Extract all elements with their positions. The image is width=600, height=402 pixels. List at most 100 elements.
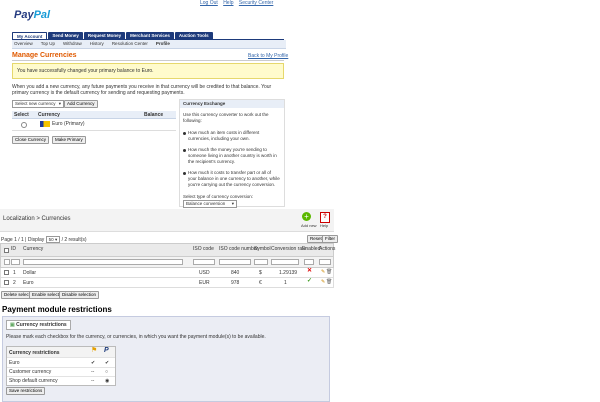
top-links: Log Out Help Security Center (200, 0, 277, 6)
col-symbol[interactable]: Symbol (254, 246, 271, 252)
filter-symbol[interactable] (254, 259, 268, 265)
restriction-checkbox[interactable]: ✔ (91, 360, 95, 366)
filter-currency[interactable] (23, 259, 183, 265)
disable-selection-button[interactable]: Disable selection (59, 291, 100, 299)
currency-select[interactable]: Select new currency ▾ (12, 100, 64, 108)
restrictions-table: Currency restrictions ⚑ P Euro ✔ ✔ Custo… (6, 346, 116, 386)
delete-icon[interactable]: 🗑 (326, 269, 332, 275)
table-row[interactable]: 2 Euro EUR 978 € 1 ✓ ✎ 🗑 (0, 278, 334, 288)
enabled-icon[interactable]: ✓ (307, 278, 312, 284)
page-title: Manage Currencies (12, 52, 77, 59)
payment-restrictions-title: Payment module restrictions (2, 305, 112, 314)
breadcrumb-localization[interactable]: Localization (3, 216, 35, 222)
paypal-logo[interactable]: PayPal (14, 9, 50, 21)
add-new-label[interactable]: Add new (301, 223, 317, 229)
add-currency-button[interactable]: Add Currency (64, 100, 98, 108)
col-select: Select (14, 112, 29, 118)
help-link[interactable]: Help (223, 0, 233, 6)
row-iso-number: 978 (231, 280, 240, 286)
row-iso: USD (199, 270, 210, 276)
col-iso-number[interactable]: ISO code number (219, 246, 258, 252)
row-iso: EUR (199, 280, 210, 286)
currency-table: Select Currency Balance Euro (Primary) (12, 111, 176, 131)
select-all-checkbox[interactable] (4, 248, 9, 253)
add-new-icon[interactable]: + (302, 212, 311, 221)
row-id: 2 (13, 280, 16, 286)
save-restrictions-button[interactable]: Save restrictions (6, 387, 46, 395)
restrictions-description: Please mark each checkbox for the curren… (6, 334, 266, 340)
restriction-checkbox[interactable]: ✔ (105, 360, 109, 366)
row-label: Euro (9, 360, 20, 366)
filter-iso-number[interactable] (219, 259, 251, 265)
back-to-profile-link[interactable]: Back to My Profile (248, 53, 288, 59)
module-1-icon: ⚑ (91, 347, 98, 354)
filter-enabled[interactable] (304, 259, 314, 265)
filter-iso-code[interactable] (193, 259, 215, 265)
make-primary-button[interactable]: Make Primary (52, 136, 86, 144)
col-id[interactable]: ID (11, 246, 16, 252)
success-notice: You have successfully changed your prima… (12, 63, 284, 79)
row-checkbox[interactable] (4, 280, 9, 285)
restrictions-header: Currency restrictions ⚑ P (7, 347, 115, 358)
filter-id[interactable] (11, 259, 20, 265)
row-symbol: $ (259, 270, 262, 276)
pagination: Page 1 / 1 | Display 50 ▾ / 2 result(s) (1, 236, 87, 243)
eu-flag-icon (40, 121, 50, 127)
currency-exchange-panel: Currency Exchange Use this currency conv… (179, 99, 285, 208)
bullet-icon (183, 149, 186, 152)
help-label[interactable]: Help (320, 223, 328, 229)
edit-icon[interactable]: ✎ (321, 269, 325, 275)
row-currency: Dollar (23, 270, 37, 276)
row-label: Shop default currency (9, 378, 58, 384)
conversion-type-select[interactable]: Balance conversion ▾ (183, 200, 237, 208)
divider (12, 60, 284, 61)
breadcrumb: Localization > Currencies (3, 216, 71, 222)
subnav-withdraw[interactable]: Withdraw (63, 40, 82, 48)
logout-link[interactable]: Log Out (200, 0, 218, 6)
subnav-top-up[interactable]: Top Up (41, 40, 55, 48)
col-currency: Currency (38, 112, 60, 118)
exchange-bullet-1: How much an item costs in different curr… (188, 130, 260, 141)
row-symbol: € (259, 280, 262, 286)
table-row[interactable]: 1 Dollar USD 840 $ 1.29139 ✕ ✎ 🗑 (0, 268, 334, 278)
restriction-radio[interactable]: ◉ (105, 378, 109, 384)
col-iso-code[interactable]: ISO code (193, 246, 214, 252)
close-currency-button[interactable]: Close Currency (12, 136, 50, 144)
col-actions: Actions (319, 246, 336, 252)
help-icon[interactable]: ? (320, 212, 330, 223)
row-id: 1 (13, 270, 16, 276)
bullet-icon (183, 132, 186, 135)
subnav-history[interactable]: History (90, 40, 104, 48)
restrictions-legend: ▣ Currency restrictions (6, 320, 71, 330)
disabled-icon[interactable]: ✕ (307, 268, 312, 274)
filter-button[interactable]: Filter (322, 235, 338, 243)
restriction-radio[interactable]: ○ (105, 369, 108, 375)
subnav-overview[interactable]: Overview (14, 40, 33, 48)
row-checkbox[interactable] (4, 270, 9, 275)
col-conversion-rate[interactable]: Conversion rate (271, 246, 306, 252)
per-page-select[interactable]: 50 ▾ (45, 236, 61, 243)
exchange-bullet-2: How much the money you're sending to som… (188, 147, 277, 164)
subnav-resolution-center[interactable]: Resolution Center (112, 40, 148, 48)
table-row: Euro (Primary) (12, 119, 176, 131)
subnav-profile[interactable]: Profile (156, 40, 170, 48)
table-row: Shop default currency -- ◉ (7, 376, 115, 385)
edit-icon[interactable]: ✎ (321, 279, 325, 285)
col-enabled[interactable]: Enabled (302, 246, 320, 252)
col-currency[interactable]: Currency (23, 246, 43, 252)
filter-conversion-rate[interactable] (271, 259, 299, 265)
delete-icon[interactable]: 🗑 (326, 279, 332, 285)
paypal-module-icon: P (104, 347, 109, 354)
currencies-grid: ID Currency ISO code ISO code number Sym… (0, 243, 336, 288)
restrictions-header-label: Currency restrictions (9, 350, 60, 356)
currency-radio[interactable] (21, 122, 27, 128)
exchange-title: Currency Exchange (180, 100, 284, 108)
restriction-icon: ▣ (10, 322, 15, 328)
filter-actions[interactable] (319, 259, 331, 265)
currency-description: When you add a new currency, any future … (12, 84, 272, 96)
localization-currencies: Localization > Currencies + Add new ? He… (0, 209, 338, 300)
filter-checkbox-field[interactable] (4, 259, 10, 265)
chevron-down-icon: ▾ (231, 201, 234, 206)
grid-header: ID Currency ISO code ISO code number Sym… (0, 243, 336, 257)
security-center-link[interactable]: Security Center (239, 0, 273, 6)
